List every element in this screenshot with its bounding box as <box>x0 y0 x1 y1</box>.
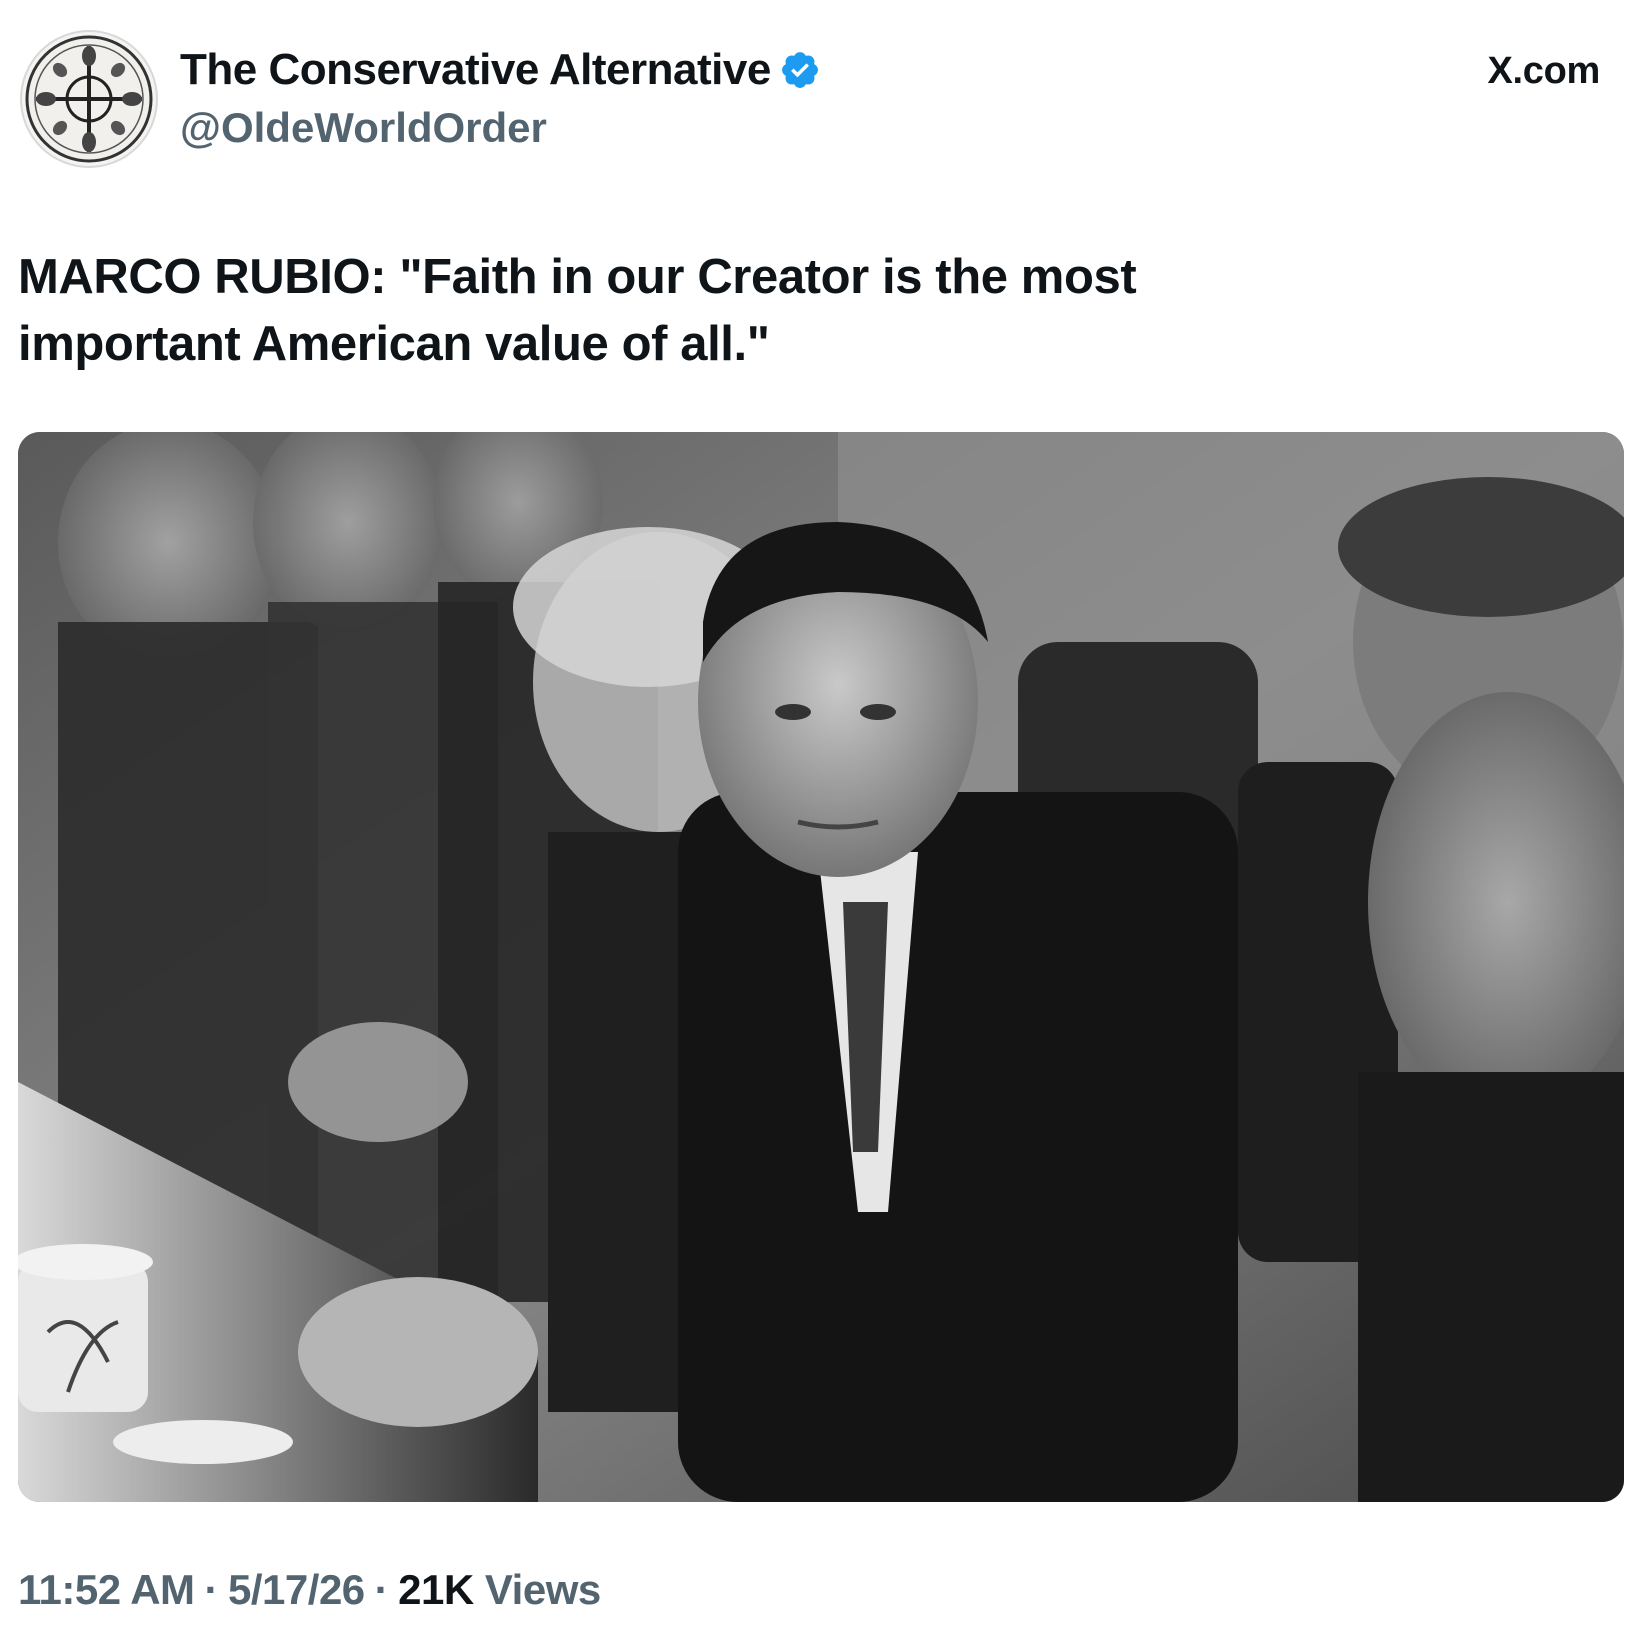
tweet-photo[interactable] <box>18 432 1624 1502</box>
meta-separator: · <box>204 1566 219 1613</box>
tweet-date[interactable]: 5/17/26 <box>228 1566 365 1613</box>
verified-badge-icon[interactable] <box>779 49 821 91</box>
views-label: Views <box>484 1566 601 1613</box>
avatar-emblem-icon <box>25 35 153 163</box>
tweet-meta: 11:52 AM · 5/17/26 · 21K Views <box>18 1560 601 1620</box>
author-name-row: The Conservative Alternative <box>180 42 821 98</box>
tweet-text-line-1: MARCO RUBIO: "Faith in our Creator is th… <box>18 250 1137 304</box>
author-display-name[interactable]: The Conservative Alternative <box>180 42 771 98</box>
avatar[interactable] <box>20 30 158 168</box>
meta-separator: · <box>374 1566 389 1613</box>
photo-meeting-scene <box>18 432 1624 1502</box>
views-count: 21K <box>398 1566 474 1613</box>
source-label: X.com <box>1487 50 1600 92</box>
tweet-text: MARCO RUBIO: "Faith in our Creator is th… <box>18 244 1218 378</box>
author-handle[interactable]: @OldeWorldOrder <box>180 100 547 156</box>
tweet-text-line-2: important American value of all." <box>18 317 770 371</box>
tweet-time[interactable]: 11:52 AM <box>18 1566 195 1613</box>
